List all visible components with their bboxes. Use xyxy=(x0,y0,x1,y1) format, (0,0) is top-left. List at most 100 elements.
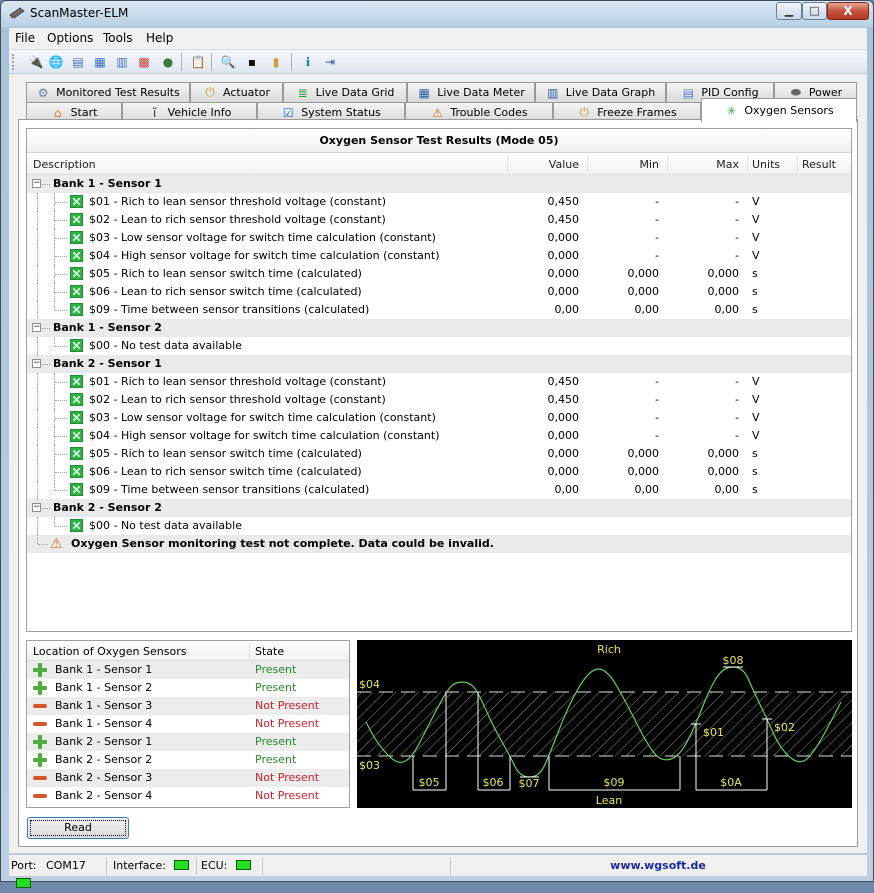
max: - xyxy=(735,195,739,208)
group-row[interactable]: − Bank 2 - Sensor 2 xyxy=(27,499,851,517)
menu-help[interactable]: Help xyxy=(146,31,173,45)
table-row[interactable]: $05 - Rich to lean sensor switch time (c… xyxy=(27,265,851,283)
read-button[interactable]: Read xyxy=(27,817,129,839)
group-name: Bank 1 - Sensor 2 xyxy=(53,321,162,334)
color-chart-button[interactable]: ▩ xyxy=(135,53,153,71)
warning-icon: ⚠ xyxy=(431,105,443,120)
globe-button[interactable]: 🌐 xyxy=(47,53,65,71)
location-row[interactable]: Bank 1 - Sensor 4 Not Present xyxy=(27,715,349,733)
website-link[interactable]: www.wgsoft.de xyxy=(610,859,706,872)
tab-actuator[interactable]: ⏻ Actuator xyxy=(190,82,283,102)
table-row[interactable]: $04 - High sensor voltage for switch tim… xyxy=(27,427,851,445)
tab-label: Trouble Codes xyxy=(450,106,528,119)
live-data-graph-button[interactable]: ▥ xyxy=(113,53,131,71)
label-06: $06 xyxy=(483,776,504,789)
value: 0,000 xyxy=(547,249,580,262)
table-row[interactable]: $02 - Lean to rich sensor threshold volt… xyxy=(27,211,851,229)
units: s xyxy=(752,465,758,478)
max: - xyxy=(735,411,739,424)
test-results-grid: Oxygen Sensor Test Results (Mode 05) Des… xyxy=(26,128,852,632)
table-row[interactable]: $05 - Rich to lean sensor switch time (c… xyxy=(27,445,851,463)
maximize-button[interactable]: □ xyxy=(802,2,827,20)
table-row[interactable]: $00 - No test data available xyxy=(27,337,851,355)
table-row[interactable]: $02 - Lean to rich sensor threshold volt… xyxy=(27,391,851,409)
user-button[interactable]: ● xyxy=(159,53,177,71)
col-result[interactable]: Result xyxy=(802,158,836,171)
label-09: $09 xyxy=(604,776,625,789)
table-row[interactable]: $09 - Time between sensor transitions (c… xyxy=(27,301,851,319)
terminal-button[interactable]: ▪ xyxy=(243,53,261,71)
min: - xyxy=(655,231,659,244)
location-row[interactable]: Bank 2 - Sensor 4 Not Present xyxy=(27,787,349,805)
table-row[interactable]: $03 - Low sensor voltage for switch time… xyxy=(27,229,851,247)
col-min[interactable]: Min xyxy=(587,158,659,171)
sensor-state: Not Present xyxy=(255,699,320,712)
table-row[interactable]: $01 - Rich to lean sensor threshold volt… xyxy=(27,193,851,211)
monitor-search-button[interactable]: 🔍 xyxy=(219,53,237,71)
tab-live-data-graph[interactable]: ▥ Live Data Graph xyxy=(535,82,666,102)
oxygen-sensor-icon xyxy=(70,375,83,388)
group-row[interactable]: − Bank 1 - Sensor 1 xyxy=(27,175,851,193)
table-row[interactable]: $03 - Low sensor voltage for switch time… xyxy=(27,409,851,427)
units: V xyxy=(752,213,760,226)
collapse-icon[interactable]: − xyxy=(32,503,41,512)
units: V xyxy=(752,429,760,442)
menu-file[interactable]: File xyxy=(15,31,35,45)
tab-live-data-grid[interactable]: ≣ Live Data Grid xyxy=(283,82,407,102)
description: $00 - No test data available xyxy=(89,339,242,352)
battery-button[interactable]: ▮ xyxy=(267,53,285,71)
col-location[interactable]: Location of Oxygen Sensors xyxy=(33,645,186,658)
o2-waveform-svg: Rich Lean $04 $03 $05 $06 $07 $08 $09 $0… xyxy=(357,643,852,807)
table-row[interactable]: $01 - Rich to lean sensor threshold volt… xyxy=(27,373,851,391)
pid-config-icon: ▤ xyxy=(72,55,84,69)
table-row[interactable]: $06 - Lean to rich sensor switch time (c… xyxy=(27,283,851,301)
location-row[interactable]: Bank 2 - Sensor 3 Not Present xyxy=(27,769,349,787)
location-row[interactable]: Bank 1 - Sensor 3 Not Present xyxy=(27,697,349,715)
col-max[interactable]: Max xyxy=(667,158,739,171)
close-button[interactable]: X xyxy=(827,2,869,20)
toolbar-grip[interactable] xyxy=(12,54,14,70)
location-row[interactable]: Bank 2 - Sensor 2 Present xyxy=(27,751,349,769)
location-row[interactable]: Bank 1 - Sensor 1 Present xyxy=(27,661,349,679)
pid-config-button[interactable]: ▤ xyxy=(69,53,87,71)
menu-options[interactable]: Options xyxy=(47,31,93,45)
collapse-icon[interactable]: − xyxy=(32,179,41,188)
group-row[interactable]: − Bank 2 - Sensor 1 xyxy=(27,355,851,373)
info-button[interactable]: ℹ xyxy=(299,53,317,71)
group-row[interactable]: − Bank 1 - Sensor 2 xyxy=(27,319,851,337)
value: 0,000 xyxy=(547,231,580,244)
title-bar[interactable]: ScanMaster-ELM ▁ □ X xyxy=(1,1,873,27)
connect-cable-button[interactable]: 🔌 xyxy=(27,53,45,71)
location-row[interactable]: Bank 1 - Sensor 2 Present xyxy=(27,679,349,697)
location-row[interactable]: Bank 2 - Sensor 1 Present xyxy=(27,733,349,751)
label-04: $04 xyxy=(359,678,380,691)
table-row[interactable]: $06 - Lean to rich sensor switch time (c… xyxy=(27,463,851,481)
table-row[interactable]: $09 - Time between sensor transitions (c… xyxy=(27,481,851,499)
collapse-icon[interactable]: − xyxy=(32,323,41,332)
min: 0,000 xyxy=(627,267,660,280)
minimize-button[interactable]: ▁ xyxy=(776,2,802,20)
table-row[interactable]: $00 - No test data available xyxy=(27,517,851,535)
collapse-icon[interactable]: − xyxy=(32,359,41,368)
col-units[interactable]: Units xyxy=(752,158,780,171)
units: V xyxy=(752,249,760,262)
description: $05 - Rich to lean sensor switch time (c… xyxy=(89,447,362,460)
col-state[interactable]: State xyxy=(255,645,284,658)
units: s xyxy=(752,285,758,298)
table-row[interactable]: $04 - High sensor voltage for switch tim… xyxy=(27,247,851,265)
grid-icon: ▦ xyxy=(418,85,430,100)
minus-icon xyxy=(33,719,47,729)
min: - xyxy=(655,393,659,406)
tab-live-data-meter[interactable]: ▦ Live Data Meter xyxy=(407,82,535,102)
menu-tools[interactable]: Tools xyxy=(103,31,133,45)
exit-door-button[interactable]: ⇥ xyxy=(321,53,339,71)
clipboard-button[interactable]: 📋 xyxy=(189,53,207,71)
units: s xyxy=(752,303,758,316)
tab-oxygen-sensors[interactable]: ✳ Oxygen Sensors xyxy=(701,98,857,122)
tab-monitored-test-results[interactable]: ⚙ Monitored Test Results xyxy=(26,82,190,102)
col-value[interactable]: Value xyxy=(507,158,579,171)
live-data-grid-button[interactable]: ▦ xyxy=(91,53,109,71)
description: $04 - High sensor voltage for switch tim… xyxy=(89,249,440,262)
col-description[interactable]: Description xyxy=(33,158,96,171)
home-icon: ⌂ xyxy=(53,105,62,120)
